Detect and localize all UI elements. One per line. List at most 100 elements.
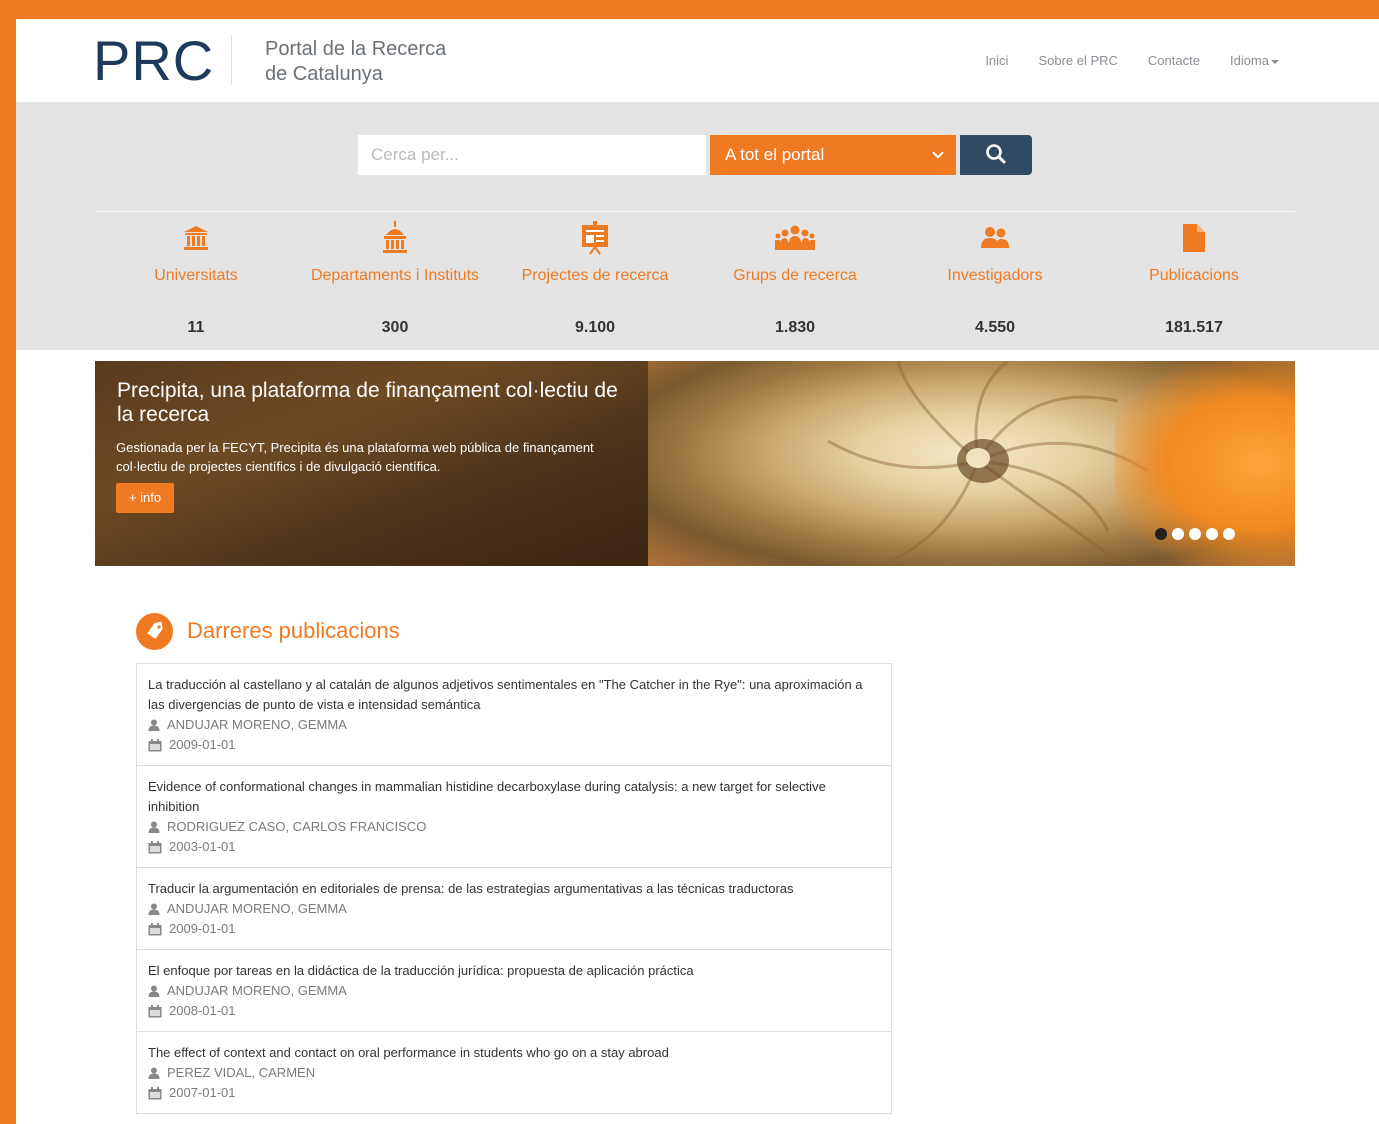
publication-date: 2009-01-01	[148, 919, 880, 939]
stat-investigadors[interactable]: Investigadors 4.550	[895, 220, 1095, 337]
site-subtitle-line1: Portal de la Recerca	[265, 38, 447, 60]
publication-title[interactable]: The effect of context and contact on ora…	[148, 1043, 880, 1063]
carousel-dot[interactable]	[1223, 528, 1235, 540]
publication-item[interactable]: La traducción al castellano y al catalán…	[137, 664, 891, 766]
user-icon	[148, 903, 160, 915]
author-name: ANDUJAR MORENO, GEMMA	[167, 717, 347, 732]
publication-date: 2003-01-01	[148, 837, 880, 857]
institute-icon	[383, 221, 407, 253]
publication-item[interactable]: Evidence of conformational changes in ma…	[137, 766, 891, 868]
stat-value: 181.517	[1165, 319, 1223, 336]
stat-value: 9.100	[574, 319, 616, 336]
stat-label: Projectes de recerca	[521, 267, 669, 284]
nav-contact[interactable]: Contacte	[1148, 53, 1200, 68]
chevron-down-icon	[932, 147, 944, 159]
user-icon	[148, 719, 160, 731]
document-icon	[1183, 224, 1205, 252]
publication-date: 2008-01-01	[148, 1001, 880, 1021]
site-subtitle-line2: de Catalunya	[265, 63, 383, 85]
top-nav: Inici Sobre el PRC Contacte Idioma	[985, 53, 1279, 68]
publication-item[interactable]: Traducir la argumentación en editoriales…	[137, 868, 891, 950]
banner-text-panel: Precipita, una plataforma de finançament…	[95, 361, 648, 566]
hero-carousel[interactable]: Precipita, una plataforma de finançament…	[95, 361, 1295, 566]
more-info-button[interactable]: + info	[116, 483, 174, 513]
stat-label: Departaments i Instituts	[310, 267, 480, 284]
nav-language-label: Idioma	[1229, 53, 1269, 68]
publication-author: PEREZ VIDAL, CARMEN	[148, 1063, 880, 1083]
search-button[interactable]	[960, 135, 1032, 175]
stat-departaments[interactable]: Departaments i Instituts 300	[295, 220, 495, 337]
publication-title[interactable]: La traducción al castellano y al catalán…	[148, 675, 880, 715]
nav-language[interactable]: Idioma	[1230, 53, 1279, 68]
nav-home[interactable]: Inici	[985, 53, 1008, 68]
carousel-dot[interactable]	[1155, 528, 1167, 540]
publication-author: RODRIGUEZ CASO, CARLOS FRANCISCO	[148, 817, 880, 837]
tag-icon	[136, 612, 173, 650]
user-icon	[148, 821, 160, 833]
date-value: 2003-01-01	[169, 839, 236, 854]
publication-item[interactable]: The effect of context and contact on ora…	[137, 1032, 891, 1114]
carousel-pagination	[1155, 528, 1235, 540]
publications-list: La traducción al castellano y al catalán…	[136, 663, 892, 1114]
calendar-icon	[148, 1086, 162, 1099]
search-scope-value: A tot el portal	[725, 145, 825, 164]
user-icon	[148, 1067, 160, 1079]
logo[interactable]: PRC	[93, 33, 214, 89]
carousel-dot[interactable]	[1172, 528, 1184, 540]
search-stats-band: Cerca per... A tot el portal Universitat…	[16, 102, 1379, 350]
stat-label: Universitats	[154, 267, 238, 284]
search-scope-select[interactable]: A tot el portal	[710, 135, 956, 175]
search-input[interactable]: Cerca per...	[358, 135, 706, 175]
stat-projectes[interactable]: Projectes de recerca 9.100	[495, 220, 695, 337]
stat-publicacions[interactable]: Publicacions 181.517	[1094, 220, 1294, 337]
stat-value: 300	[381, 319, 409, 336]
publication-date: 2007-01-01	[148, 1083, 880, 1103]
publication-author: ANDUJAR MORENO, GEMMA	[148, 899, 880, 919]
stat-value: 1.830	[774, 319, 816, 336]
site-subtitle: Portal de la Recerca de Catalunya	[265, 37, 446, 87]
top-accent-bar	[0, 0, 1379, 19]
date-value: 2007-01-01	[169, 1085, 236, 1100]
band-divider	[95, 211, 1295, 212]
carousel-dot[interactable]	[1189, 528, 1201, 540]
stat-label: Publicacions	[1149, 267, 1239, 284]
publications-heading: Darreres publicacions	[187, 618, 400, 643]
left-accent-bar	[0, 0, 16, 1124]
nav-about[interactable]: Sobre el PRC	[1038, 53, 1117, 68]
projects-icon	[582, 221, 608, 255]
publication-author: ANDUJAR MORENO, GEMMA	[148, 981, 880, 1001]
date-value: 2008-01-01	[169, 1003, 236, 1018]
publication-title[interactable]: Traducir la argumentación en editoriales…	[148, 879, 880, 899]
publications-header: Darreres publicacions	[136, 612, 400, 650]
date-value: 2009-01-01	[169, 921, 236, 936]
publication-title[interactable]: El enfoque por tareas en la didáctica de…	[148, 961, 880, 981]
stat-value: 4.550	[974, 319, 1016, 336]
logo-divider	[231, 35, 232, 85]
publication-date: 2009-01-01	[148, 735, 880, 755]
publication-item[interactable]: El enfoque por tareas en la didáctica de…	[137, 950, 891, 1032]
calendar-icon	[148, 738, 162, 751]
caret-down-icon	[1271, 59, 1279, 64]
carousel-dot[interactable]	[1206, 528, 1218, 540]
calendar-icon	[148, 922, 162, 935]
calendar-icon	[148, 840, 162, 853]
author-name: PEREZ VIDAL, CARMEN	[167, 1065, 316, 1080]
stat-label: Grups de recerca	[733, 267, 857, 284]
calendar-icon	[148, 1004, 162, 1017]
banner-description: Gestionada per la FECYT, Precipita és un…	[116, 440, 594, 474]
stat-label: Investigadors	[947, 267, 1043, 284]
stat-universitats[interactable]: Universitats 11	[96, 220, 296, 337]
banner-title: Precipita, una plataforma de finançament…	[117, 379, 618, 426]
search-icon	[986, 144, 1006, 164]
groups-icon	[775, 225, 815, 250]
publication-author: ANDUJAR MORENO, GEMMA	[148, 715, 880, 735]
user-icon	[148, 985, 160, 997]
university-icon	[184, 226, 208, 250]
author-name: ANDUJAR MORENO, GEMMA	[167, 983, 347, 998]
stat-grups[interactable]: Grups de recerca 1.830	[695, 220, 895, 337]
date-value: 2009-01-01	[169, 737, 236, 752]
author-name: RODRIGUEZ CASO, CARLOS FRANCISCO	[167, 819, 427, 834]
researchers-icon	[981, 227, 1009, 248]
publication-title[interactable]: Evidence of conformational changes in ma…	[148, 777, 880, 817]
site-header: PRC Portal de la Recerca de Catalunya In…	[16, 19, 1379, 102]
